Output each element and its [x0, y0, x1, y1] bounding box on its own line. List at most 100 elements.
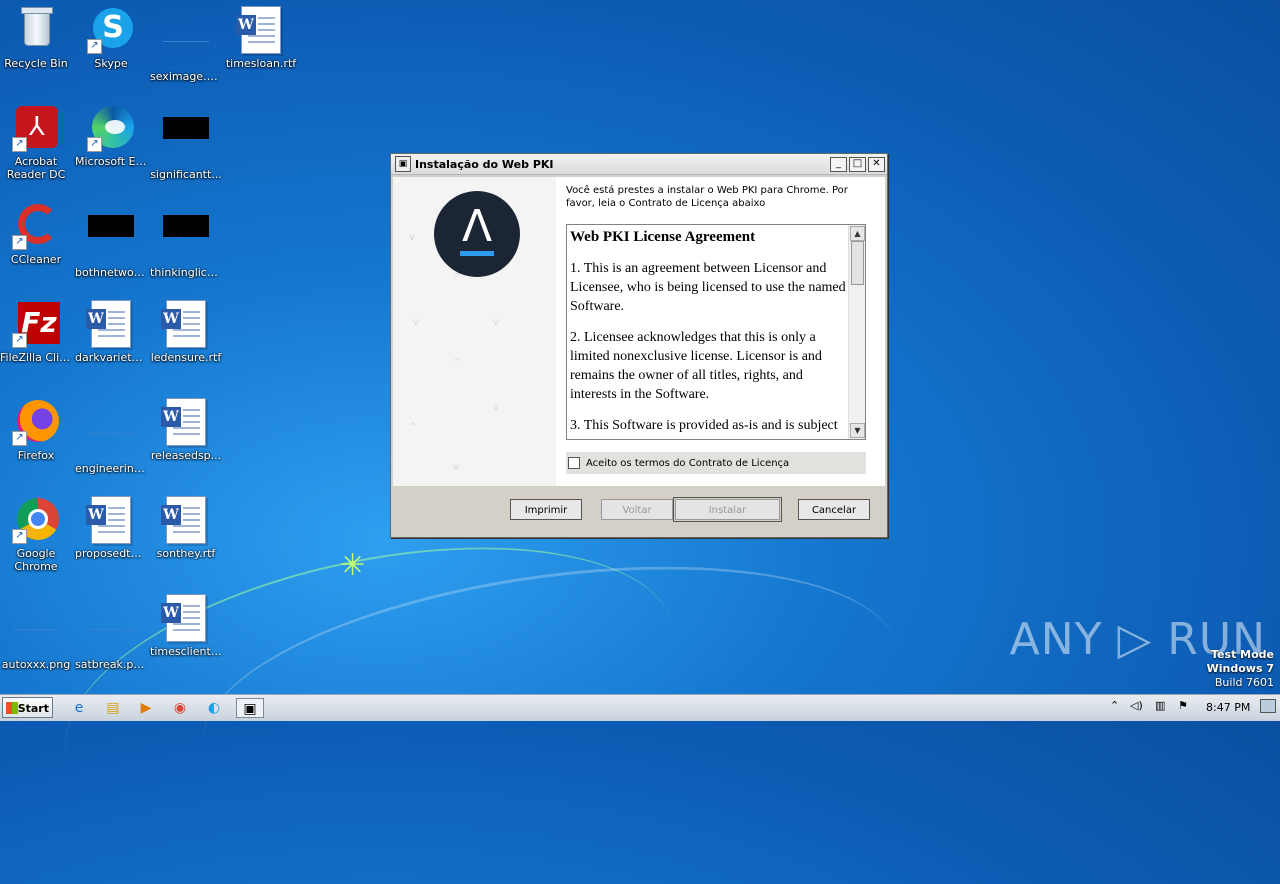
black-file-icon [162, 117, 210, 165]
word-doc-icon: W [161, 496, 210, 544]
desktop-icon-thinkinglice[interactable]: thinkinglice... [148, 202, 224, 279]
desktop-icon-label: ledensure.rtf [150, 351, 222, 364]
ccleaner-icon: ↗ [12, 202, 60, 250]
desktop-icon-proposedtell[interactable]: W proposedtell... [73, 496, 149, 560]
desktop-icon-label: timesloan.rtf [225, 57, 297, 70]
volume-icon[interactable]: ◁) [1130, 699, 1143, 712]
desktop-icon-label: satbreak.png [75, 658, 148, 671]
desktop-icon-label: significantt... [150, 168, 222, 181]
recycle-bin-icon [12, 6, 60, 54]
taskbar: Start e ▤ ▶ ◉ ◐ ▣ ⌃ ◁) ▥ ⚑ 8:47 PM [0, 694, 1280, 721]
tray-expand-icon[interactable]: ⌃ [1110, 699, 1119, 712]
filezilla-icon: Fz ↗ [12, 300, 60, 348]
acrobat-icon: ⅄ ↗ [12, 104, 60, 152]
desktop-icon-engineering[interactable]: engineering.... [73, 398, 149, 475]
desktop-icon-significantt[interactable]: significantt... [148, 104, 224, 181]
decor-chevron-icon: v [409, 232, 415, 243]
png-file-icon [12, 607, 60, 655]
test-mode-line3: Build 7601 [1214, 676, 1274, 689]
license-textbox[interactable]: Web PKI License Agreement 1. This is an … [566, 224, 866, 440]
start-button[interactable]: Start [2, 697, 53, 718]
desktop-icon-label: autoxxx.png [1, 658, 71, 671]
chrome-icon: ↗ [12, 496, 60, 544]
accept-terms-checkbox[interactable] [568, 457, 580, 469]
firefox-icon: ↗ [12, 398, 60, 446]
scroll-up-icon[interactable]: ▲ [850, 226, 865, 241]
desktop-icon-label: sonthey.rtf [156, 547, 216, 560]
desktop-icon-skype[interactable]: S ↗ Skype [73, 6, 149, 70]
installer-taskbar-icon[interactable]: ▣ [236, 698, 264, 718]
dialog-titlebar[interactable]: ▣ Instalação do Web PKI _ □ ✕ [391, 154, 887, 175]
back-button[interactable]: Voltar [601, 499, 673, 520]
desktop-icon-label: Firefox [17, 449, 55, 462]
word-doc-icon: W [161, 594, 210, 642]
desktop-icon-releasedsp[interactable]: W releasedsp... [148, 398, 224, 462]
test-mode-line2: Windows 7 [1206, 662, 1274, 675]
desktop-icon-ledensure[interactable]: W ledensure.rtf [148, 300, 224, 364]
desktop-icon-sonthey[interactable]: W sonthey.rtf [148, 496, 224, 560]
license-scrollbar[interactable]: ▲ ▼ [848, 225, 865, 439]
black-file-icon [162, 215, 210, 263]
desktop-icon-darkvariety[interactable]: W darkvariety.rtf [73, 300, 149, 364]
decor-chevron-icon: ^ [409, 422, 418, 433]
license-heading: Web PKI License Agreement [570, 229, 756, 245]
web-pki-logo: Λ [434, 191, 520, 277]
desktop-icon-autoxxx[interactable]: autoxxx.png [0, 594, 74, 671]
desktop-icon-label: Skype [94, 57, 128, 70]
desktop-icon-acrobat[interactable]: ⅄ ↗ Acrobat Reader DC [0, 104, 74, 181]
desktop-icon-edge[interactable]: ↗ Microsoft Edge [73, 104, 149, 168]
network-icon[interactable]: ▥ [1155, 699, 1165, 712]
edge-taskbar-icon[interactable]: ◐ [204, 698, 224, 718]
desktop-icon-label: bothnetwor... [75, 266, 148, 279]
media-player-icon[interactable]: ▶ [136, 698, 156, 718]
desktop-icon-seximage[interactable]: seximage.png [148, 6, 224, 83]
desktop-icon-label: proposedtell... [75, 547, 149, 560]
desktop-icon-firefox[interactable]: ↗ Firefox [0, 398, 74, 462]
desktop-icon-filezilla[interactable]: Fz ↗ FileZilla Client [0, 300, 74, 364]
install-button[interactable]: Instalar [673, 497, 782, 522]
accept-terms-row[interactable]: Aceito os termos do Contrato de Licença [566, 452, 866, 474]
desktop-icon-ccleaner[interactable]: ↗ CCleaner [0, 202, 74, 266]
desktop-icon-label: Recycle Bin [4, 57, 68, 70]
wallpaper-sparkle: ✳ [340, 548, 366, 583]
decor-chevron-icon: v [413, 317, 419, 328]
action-center-flag-icon[interactable]: ⚑ [1178, 699, 1188, 712]
desktop-icon-label: Microsoft Edge [75, 155, 149, 168]
show-desktop-icon[interactable] [1260, 699, 1276, 713]
cancel-button[interactable]: Cancelar [798, 499, 870, 520]
desktop-icon-recycle-bin[interactable]: Recycle Bin [0, 6, 74, 70]
decor-chevron-icon: v [493, 317, 499, 328]
scroll-down-icon[interactable]: ▼ [850, 423, 865, 438]
taskbar-clock[interactable]: 8:47 PM [1206, 701, 1250, 714]
intro-text: Você está prestes a instalar o Web PKI p… [566, 185, 848, 209]
ie-icon[interactable]: e [69, 698, 89, 718]
minimize-button[interactable]: _ [830, 156, 847, 172]
scroll-thumb[interactable] [851, 241, 864, 285]
decor-chevron-icon: v [453, 462, 459, 473]
desktop-icon-timesloan[interactable]: W timesloan.rtf [223, 6, 299, 70]
explorer-folder-icon[interactable]: ▤ [103, 698, 123, 718]
close-button[interactable]: ✕ [868, 156, 885, 172]
decor-chevron-icon: ^ [453, 357, 462, 368]
png-file-icon [87, 607, 135, 655]
print-button[interactable]: Imprimir [510, 499, 582, 520]
desktop-icon-label: releasedsp... [150, 449, 222, 462]
test-mode-notice: Test Mode Windows 7 Build 7601 [1207, 648, 1274, 690]
png-file-icon [87, 411, 135, 459]
maximize-button[interactable]: □ [849, 156, 866, 172]
desktop-icon-label: timesclients.rtf [150, 645, 224, 658]
desktop-icon-chrome[interactable]: ↗ Google Chrome [0, 496, 74, 573]
skype-icon: S ↗ [87, 6, 135, 54]
edge-icon: ↗ [87, 104, 135, 152]
desktop-icon-label: thinkinglice... [150, 266, 224, 279]
desktop-icon-label: Acrobat Reader DC [6, 155, 66, 181]
desktop-icon-label: darkvariety.rtf [75, 351, 149, 364]
chrome-taskbar-icon[interactable]: ◉ [170, 698, 190, 718]
png-file-icon [162, 19, 210, 67]
desktop-icon-satbreak[interactable]: satbreak.png [73, 594, 149, 671]
decor-chevron-icon: v [493, 402, 499, 413]
desktop-icon-label: engineering.... [75, 462, 149, 475]
desktop-icon-bothnetwor[interactable]: bothnetwor... [73, 202, 149, 279]
decor-chevron-icon: ^ [453, 272, 462, 283]
desktop-icon-timesclients[interactable]: W timesclients.rtf [148, 594, 224, 658]
